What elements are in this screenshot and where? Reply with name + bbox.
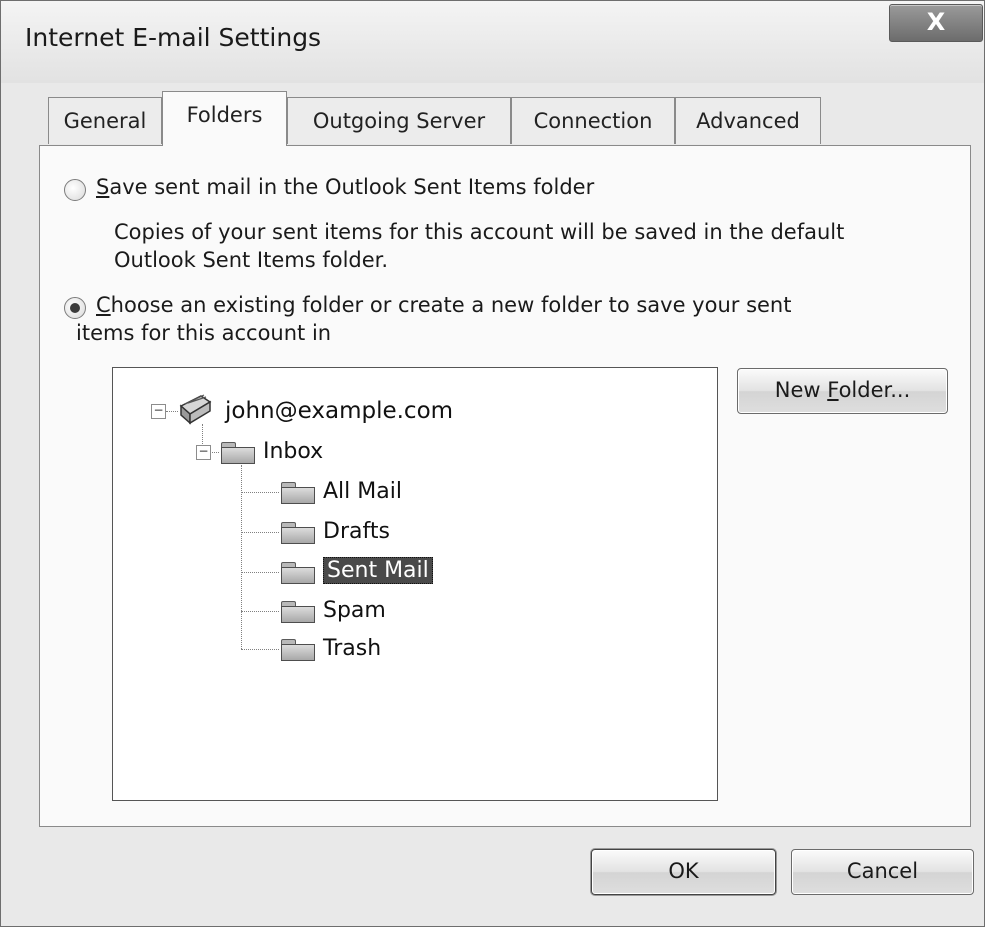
tree-inbox[interactable]: Inbox [263, 435, 323, 469]
tree-account[interactable]: john@example.com [225, 394, 453, 428]
save-sent-description-line2: Outlook Sent Items folder. [114, 248, 389, 272]
choose-folder-radio[interactable] [64, 297, 86, 319]
tree-folder-spam[interactable]: Spam [323, 594, 386, 628]
folders-panel: Save sent mail in the Outlook Sent Items… [39, 145, 971, 827]
collapse-account-icon[interactable]: − [151, 404, 166, 419]
tab-outgoing-server[interactable]: Outgoing Server [287, 97, 511, 144]
collapse-inbox-icon[interactable]: − [196, 445, 211, 460]
save-sent-radio[interactable] [64, 179, 86, 201]
tree-folder-trash[interactable]: Trash [323, 632, 381, 666]
choose-folder-label[interactable]: Choose an existing folder or create a ne… [96, 291, 791, 319]
close-button[interactable]: X [889, 4, 983, 42]
folder-icon [281, 522, 315, 544]
tree-folder-all-mail[interactable]: All Mail [323, 475, 402, 509]
title-bar: Internet E-mail Settings X [1, 1, 984, 83]
new-folder-button[interactable]: New Folder... [737, 368, 948, 414]
inbox-folder-icon [221, 442, 255, 464]
close-icon: X [926, 8, 946, 36]
folder-tree[interactable]: − john@example.com − Inbox All Mail Draf… [112, 367, 718, 801]
folder-icon [281, 639, 315, 661]
internet-email-settings-dialog: Internet E-mail Settings X General Folde… [0, 0, 985, 927]
save-sent-label[interactable]: Save sent mail in the Outlook Sent Items… [96, 173, 594, 201]
tab-folders[interactable]: Folders [162, 91, 287, 146]
tab-general[interactable]: General [48, 97, 162, 144]
ok-button[interactable]: OK [591, 849, 776, 895]
tab-connection[interactable]: Connection [511, 97, 675, 144]
save-sent-description-line1: Copies of your sent items for this accou… [114, 220, 845, 244]
account-icon [177, 392, 213, 425]
tree-folder-sent-mail[interactable]: Sent Mail [323, 554, 433, 588]
choose-folder-label-line2: items for this account in [76, 321, 332, 345]
folder-icon [281, 482, 315, 504]
folder-icon [281, 601, 315, 623]
tab-advanced[interactable]: Advanced [675, 97, 821, 144]
dialog-title: Internet E-mail Settings [25, 23, 322, 52]
tree-folder-drafts[interactable]: Drafts [323, 515, 390, 549]
folder-icon [281, 562, 315, 584]
cancel-button[interactable]: Cancel [791, 849, 974, 895]
